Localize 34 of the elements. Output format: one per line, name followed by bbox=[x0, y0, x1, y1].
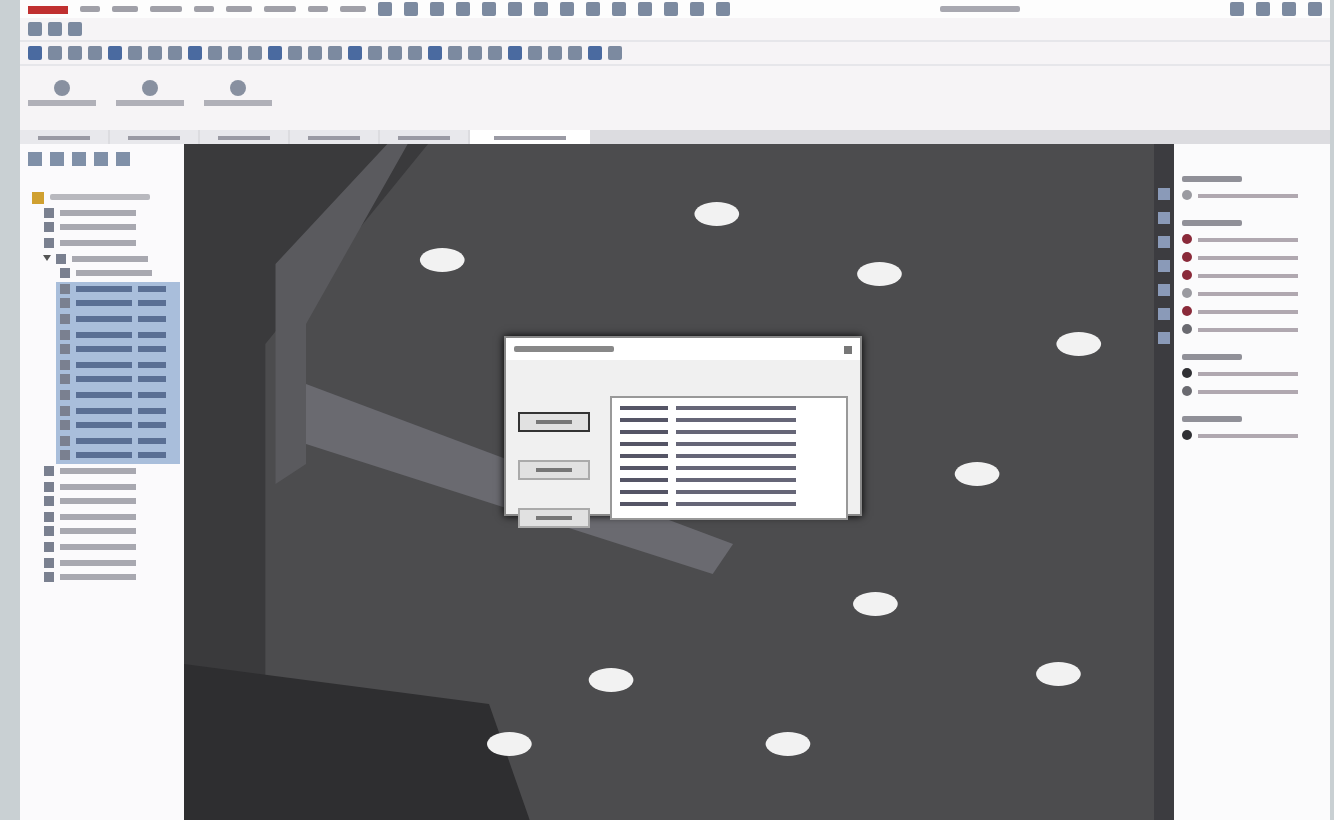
tab[interactable] bbox=[110, 130, 198, 144]
tab[interactable] bbox=[20, 130, 108, 144]
ribbon-command[interactable] bbox=[204, 79, 272, 105]
blurred-text bbox=[226, 6, 252, 12]
blurred-text bbox=[264, 6, 296, 12]
close-icon[interactable] bbox=[844, 345, 852, 353]
blurred-text bbox=[1182, 176, 1242, 182]
tab[interactable] bbox=[470, 130, 590, 144]
blurred-text bbox=[80, 6, 100, 12]
tab[interactable] bbox=[380, 130, 468, 144]
blurred-text bbox=[112, 6, 138, 12]
tree-item[interactable] bbox=[56, 402, 180, 418]
tree-item[interactable] bbox=[56, 326, 180, 342]
ribbon-command[interactable] bbox=[116, 79, 184, 105]
tree-item[interactable] bbox=[56, 281, 180, 297]
blurred-text bbox=[1182, 416, 1242, 422]
tree-item[interactable] bbox=[56, 296, 180, 312]
blurred-text bbox=[340, 6, 366, 12]
tree-item[interactable] bbox=[56, 448, 180, 464]
blurred-text bbox=[1182, 354, 1242, 360]
tree-item[interactable] bbox=[56, 372, 180, 388]
blurred-text bbox=[50, 194, 150, 201]
blurred-text bbox=[514, 346, 614, 352]
dialog-button[interactable] bbox=[518, 412, 590, 432]
tab[interactable] bbox=[290, 130, 378, 144]
tab[interactable] bbox=[200, 130, 288, 144]
blurred-text bbox=[194, 6, 214, 12]
assembly-icon bbox=[32, 191, 44, 204]
blurred-text bbox=[1182, 220, 1242, 226]
blurred-text bbox=[150, 6, 182, 12]
app-logo bbox=[28, 5, 68, 13]
blurred-text bbox=[940, 6, 1020, 12]
blurred-text bbox=[308, 6, 328, 12]
ribbon-command[interactable] bbox=[28, 79, 96, 105]
